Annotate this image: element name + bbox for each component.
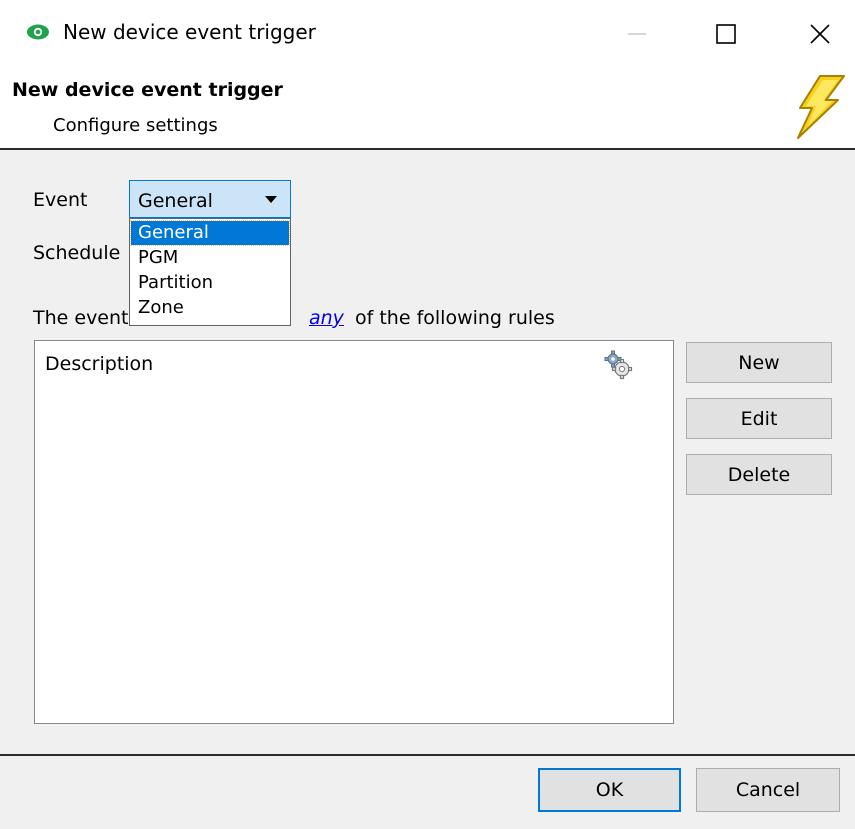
rules-list[interactable]: Description (34, 340, 674, 724)
rules-text-before: The event (33, 307, 129, 329)
delete-rule-button[interactable]: Delete (686, 454, 832, 495)
minimize-button[interactable] (614, 14, 660, 54)
event-option-pgm[interactable]: PGM (131, 246, 289, 270)
event-label: Event (33, 189, 88, 211)
maximize-icon (716, 24, 736, 44)
eye-icon (27, 24, 49, 40)
minimize-icon (628, 33, 646, 35)
dialog-footer: OK Cancel (0, 754, 855, 829)
description-column-header: Description (45, 353, 154, 375)
header-subtitle: Configure settings (53, 115, 218, 136)
header-title: New device event trigger (12, 79, 283, 101)
rules-text-after: of the following rules (355, 307, 555, 329)
event-select[interactable]: General (129, 180, 291, 218)
cancel-button[interactable]: Cancel (696, 768, 840, 812)
event-option-partition[interactable]: Partition (131, 271, 289, 295)
lightning-bolt-icon (797, 75, 845, 139)
schedule-label: Schedule (33, 242, 121, 264)
event-option-general[interactable]: General (130, 220, 290, 246)
event-option-zone[interactable]: Zone (131, 296, 289, 320)
edit-rule-button[interactable]: Edit (686, 398, 832, 439)
maximize-button[interactable] (703, 14, 749, 54)
ok-button[interactable]: OK (538, 768, 681, 812)
new-rule-button[interactable]: New (686, 342, 832, 383)
dialog-body: Event Schedule The event any of the foll… (0, 150, 855, 754)
window-title: New device event trigger (63, 20, 316, 44)
gear-icon[interactable] (602, 349, 634, 381)
title-bar: New device event trigger (0, 0, 855, 66)
event-select-value: General (138, 190, 213, 212)
rules-match-link[interactable]: any (309, 307, 344, 329)
close-button[interactable] (797, 14, 843, 54)
close-icon (810, 24, 830, 44)
dropdown-arrow-icon (265, 196, 277, 203)
event-dropdown-list: General PGM Partition Zone (129, 218, 291, 326)
dialog-header: New device event trigger Configure setti… (0, 66, 855, 150)
